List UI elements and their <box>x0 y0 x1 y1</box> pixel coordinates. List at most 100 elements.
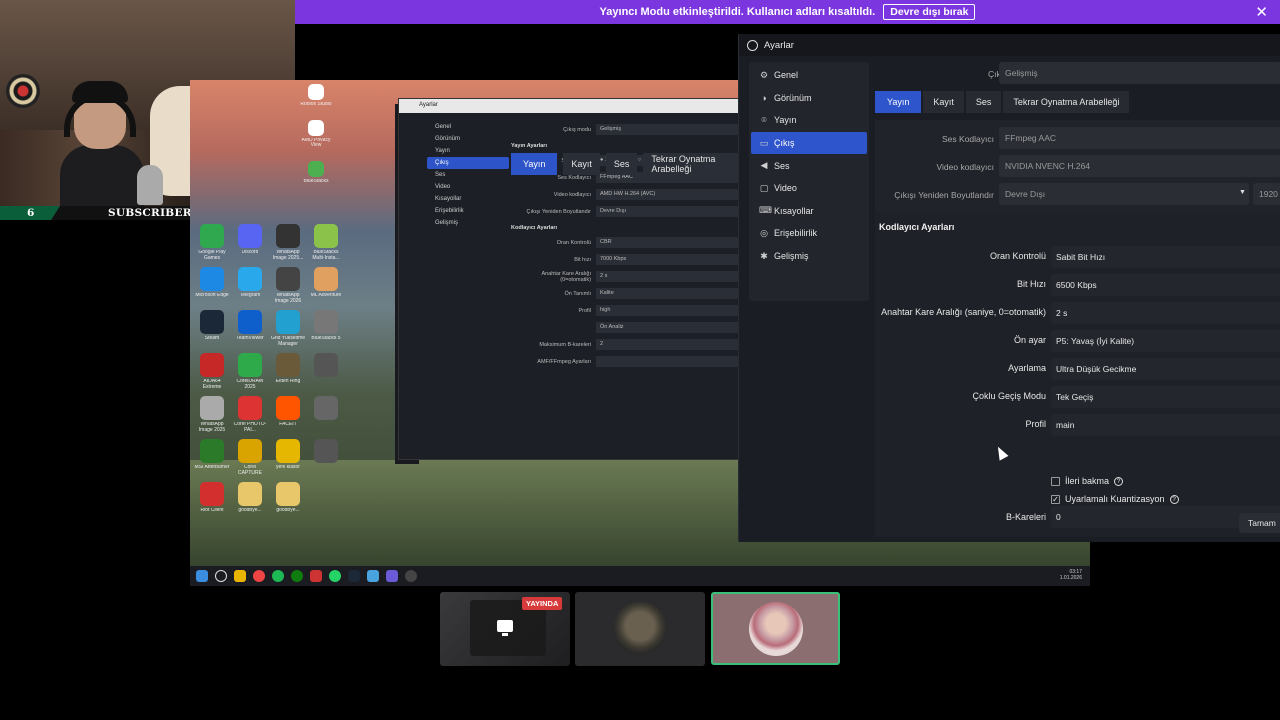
desktop-icon[interactable] <box>308 396 344 433</box>
audio-encoder-select[interactable]: FFmpeg AAC <box>999 127 1280 149</box>
nav-item--k-[interactable]: ▭ Çıkış <box>751 131 867 155</box>
mini-nav-item[interactable]: Görünüm <box>427 133 509 145</box>
mini-setting-value[interactable]: Devre Dışı <box>596 206 741 217</box>
nav-item-ses[interactable]: ◀ Ses <box>751 154 867 177</box>
chrome-icon[interactable] <box>253 570 265 582</box>
desktop-icon[interactable] <box>308 353 344 390</box>
desktop-icon[interactable]: Roblox Studio <box>298 84 334 108</box>
output-tab[interactable]: Tekrar Oynatma Arabelleği <box>1003 91 1130 113</box>
mini-nav-item[interactable]: Çıkış <box>427 157 509 169</box>
desktop-icon[interactable]: WhatsApp Image 2026 <box>270 267 306 304</box>
chevron-down-icon[interactable]: ▼ <box>1239 189 1246 196</box>
desktop-icon[interactable]: BlueStacks Multi-Insta... <box>308 224 344 261</box>
encoder-setting-select[interactable]: Sabit Bit Hızı <box>1051 246 1280 268</box>
rescale-output-select[interactable]: Devre Dışı <box>999 183 1249 205</box>
participant-tile-speaking[interactable] <box>711 592 840 665</box>
mini-tab[interactable]: Tekrar Oynatma Arabelleği <box>643 153 739 175</box>
desktop-icon[interactable]: Corel CAPTURE <box>232 439 268 476</box>
desktop-icon[interactable]: Elden Ring <box>270 353 306 390</box>
desktop-icon[interactable]: ML Adventure <box>308 267 344 304</box>
whatsapp-icon[interactable] <box>329 570 341 582</box>
search-icon[interactable] <box>215 570 227 582</box>
encoder-setting-select[interactable]: 6500 Kbps <box>1051 274 1280 296</box>
desktop-icon[interactable]: CorelDRAW 2025 <box>232 353 268 390</box>
mini-nav-item[interactable]: Yayın <box>427 145 509 157</box>
nav-item-g-r-n-m[interactable]: ◑ Görünüm <box>751 87 867 110</box>
mini-setting-value[interactable]: Ön Analiz <box>596 322 741 333</box>
adaptive-quantization-checkbox[interactable]: ✓ <box>1051 494 1060 504</box>
lookahead-checkbox-row[interactable]: İleri bakma ? <box>1051 476 1124 486</box>
mini-tab[interactable]: Ses <box>605 153 638 175</box>
desktop-icon[interactable]: MSI Afterburner <box>194 439 230 476</box>
desktop-icon[interactable]: goodbye... <box>270 482 306 514</box>
mini-setting-value[interactable]: high <box>596 305 741 316</box>
mini-setting-value[interactable]: Kalite <box>596 288 741 299</box>
ok-button[interactable]: Tamam <box>1239 513 1280 533</box>
desktop-icon[interactable]: Corel PHOTO-PAI... <box>232 396 268 433</box>
mini-nav-item[interactable]: Ses <box>427 169 509 181</box>
desktop-icon[interactable]: Discord <box>232 224 268 261</box>
help-icon[interactable]: ? <box>1169 494 1179 504</box>
desktop-icon[interactable]: WhatsApp Image 2025 <box>194 396 230 433</box>
mini-setting-value[interactable]: 7000 Kbps <box>596 254 741 265</box>
mini-nav-item[interactable]: Genel <box>427 121 509 133</box>
mini-setting-value[interactable]: 2 s <box>596 271 741 282</box>
mini-tab[interactable]: Yayın <box>511 153 558 175</box>
output-tab[interactable]: Kayıt <box>923 91 964 113</box>
desktop-icon[interactable]: FACEIT <box>270 396 306 433</box>
encoder-setting-select[interactable]: main <box>1051 414 1280 436</box>
mini-nav-item[interactable]: Video <box>427 181 509 193</box>
nav-item-geli-mi-[interactable]: ✱ Gelişmiş <box>751 245 867 268</box>
desktop-icon[interactable]: AMD Privacy View <box>298 119 334 149</box>
participant-tile[interactable] <box>575 592 705 666</box>
spotify-icon[interactable] <box>272 570 284 582</box>
desktop-icon[interactable]: Steam <box>194 310 230 347</box>
lookahead-checkbox[interactable] <box>1051 476 1060 486</box>
file-explorer-icon[interactable] <box>234 570 246 582</box>
help-icon[interactable]: ? <box>1114 476 1124 486</box>
encoder-setting-select[interactable]: Tek Geçiş <box>1051 386 1280 408</box>
mini-tab[interactable]: Kayıt <box>563 153 600 175</box>
desktop-icon[interactable]: WhatsApp Image 2025... <box>270 224 306 261</box>
desktop-icon[interactable]: Telegram <box>232 267 268 304</box>
nav-item-eri-ebilirlik[interactable]: ◎ Erişebilirlik <box>751 222 867 245</box>
windows-start-icon[interactable] <box>196 570 208 582</box>
desktop-icon[interactable]: TeamViewer <box>232 310 268 347</box>
mini-setting-value[interactable]: CBR <box>596 237 741 248</box>
desktop-icon[interactable]: yeni klasör <box>270 439 306 476</box>
video-encoder-select[interactable]: NVIDIA NVENC H.264 <box>999 155 1280 177</box>
desktop-icon[interactable]: Grid Yükseltme Manager <box>270 310 306 347</box>
recorder-icon[interactable] <box>310 570 322 582</box>
output-mode-select[interactable]: Gelişmiş <box>999 62 1280 84</box>
mini-nav-item[interactable]: Erişebilirlik <box>427 205 509 217</box>
encoder-setting-select[interactable]: Ultra Düşük Gecikme <box>1051 358 1280 380</box>
discord-icon[interactable] <box>386 570 398 582</box>
desktop-icon[interactable]: Google Play Games <box>194 224 230 261</box>
mini-nav-item[interactable]: Kısayollar <box>427 193 509 205</box>
desktop-icon[interactable]: BlueStacks <box>298 160 334 185</box>
mini-setting-value[interactable] <box>596 356 741 367</box>
encoder-setting-select[interactable]: P5: Yavaş (İyi Kalite) <box>1051 330 1280 352</box>
desktop-icon[interactable] <box>308 482 344 514</box>
desktop-icon[interactable]: goodbye... <box>232 482 268 514</box>
desktop-icon[interactable]: Microsoft Edge <box>194 267 230 304</box>
encoder-setting-select[interactable]: 2 s <box>1051 302 1280 324</box>
xbox-icon[interactable] <box>291 570 303 582</box>
desktop-icon[interactable] <box>308 439 344 476</box>
desktop-icon[interactable]: Riot Client <box>194 482 230 514</box>
mini-setting-value[interactable]: 2 <box>596 339 741 350</box>
output-tab[interactable]: Ses <box>965 91 1002 113</box>
steam-icon[interactable] <box>348 570 360 582</box>
nav-item-k-sayollar[interactable]: ⌨ Kısayollar <box>751 200 867 223</box>
mini-setting-value[interactable]: AMD HW H.264 (AVC) <box>596 189 741 200</box>
nav-item-yay-n[interactable]: ⌾ Yayın <box>751 109 867 132</box>
output-tab[interactable]: Yayın <box>875 91 922 113</box>
nav-item-video[interactable]: ▢ Video <box>751 177 867 200</box>
mini-nav-item[interactable]: Gelişmiş <box>427 217 509 229</box>
desktop-icon[interactable]: BlueStacks 5 <box>308 310 344 347</box>
stream-preview-tile[interactable]: YAYINDA <box>440 592 570 666</box>
close-icon[interactable]: ✕ <box>1255 3 1268 21</box>
aq-checkbox-row[interactable]: ✓ Uyarlamalı Kuantizasyon ? <box>1051 494 1179 504</box>
network-app-icon[interactable] <box>367 570 379 582</box>
disable-streamer-mode-button[interactable]: Devre dışı bırak <box>883 4 976 20</box>
